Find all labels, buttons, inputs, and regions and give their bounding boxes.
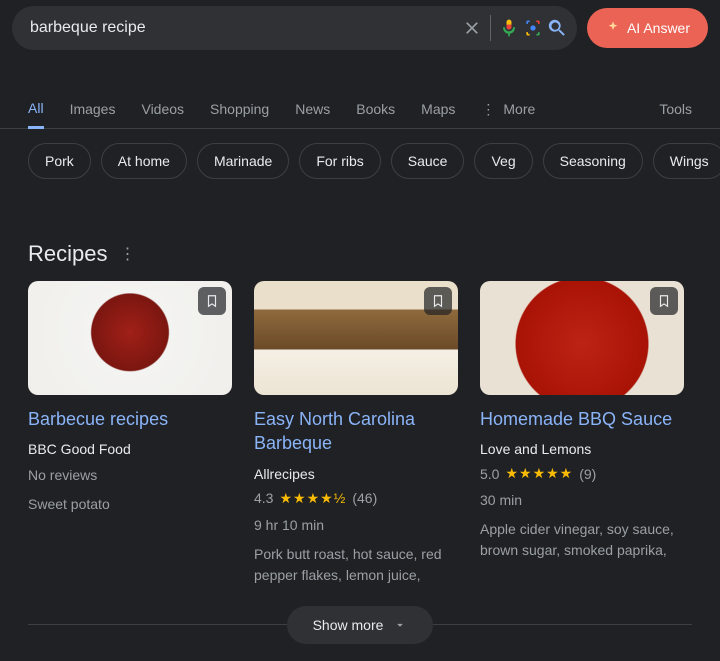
recipe-desc: Sweet potato <box>28 494 232 515</box>
clear-icon[interactable] <box>460 16 484 40</box>
rating-stars: ★★★★★ <box>505 465 573 482</box>
recipe-card: Barbecue recipes BBC Good Food No review… <box>28 281 232 586</box>
chip[interactable]: For ribs <box>299 143 380 179</box>
mic-icon[interactable] <box>497 16 521 40</box>
recipe-desc: Apple cider vinegar, soy sauce, brown su… <box>480 519 684 561</box>
tab-more[interactable]: ⋮ More <box>481 101 535 118</box>
recipe-rating: 4.3 ★★★★½ (46) <box>254 490 458 507</box>
tab-books[interactable]: Books <box>356 91 395 127</box>
recipe-title[interactable]: Barbecue recipes <box>28 407 232 431</box>
search-bar: AI Answer <box>0 0 720 56</box>
tab-shopping[interactable]: Shopping <box>210 91 269 127</box>
tools-button[interactable]: Tools <box>659 101 692 117</box>
tab-all[interactable]: All <box>28 90 44 129</box>
chevron-down-icon <box>393 618 407 632</box>
recipe-cards: Barbecue recipes BBC Good Food No review… <box>28 281 692 586</box>
recipe-title[interactable]: Easy North Carolina Barbeque <box>254 407 458 456</box>
recipe-title[interactable]: Homemade BBQ Sauce <box>480 407 684 431</box>
rating-count: (46) <box>352 490 377 506</box>
rating-value: 4.3 <box>254 490 273 506</box>
recipe-desc: Pork butt roast, hot sauce, red pepper f… <box>254 544 458 586</box>
chip[interactable]: Sauce <box>391 143 465 179</box>
bookmark-icon[interactable] <box>198 287 226 315</box>
search-pill <box>12 6 577 50</box>
recipe-source: BBC Good Food <box>28 441 232 457</box>
filter-chips: Pork At home Marinade For ribs Sauce Veg… <box>0 129 720 179</box>
tab-more-label: More <box>503 101 535 117</box>
recipe-source: Allrecipes <box>254 466 458 482</box>
section-header: Recipes ⋮ <box>28 241 692 267</box>
tab-maps[interactable]: Maps <box>421 91 455 127</box>
tab-videos[interactable]: Videos <box>141 91 184 127</box>
tab-news[interactable]: News <box>295 91 330 127</box>
sparkle-icon <box>605 20 621 36</box>
chip[interactable]: At home <box>101 143 187 179</box>
chip[interactable]: Veg <box>474 143 532 179</box>
recipe-source: Love and Lemons <box>480 441 684 457</box>
show-more-label: Show more <box>313 617 384 633</box>
recipe-time: 30 min <box>480 490 684 511</box>
section-menu-icon[interactable]: ⋮ <box>119 244 135 264</box>
ai-answer-label: AI Answer <box>627 20 690 36</box>
chip[interactable]: Marinade <box>197 143 289 179</box>
recipes-section: Recipes ⋮ Barbecue recipes BBC Good Food… <box>0 241 720 586</box>
recipe-reviews: No reviews <box>28 465 232 486</box>
ai-answer-button[interactable]: AI Answer <box>587 8 708 48</box>
bookmark-icon[interactable] <box>424 287 452 315</box>
tab-images[interactable]: Images <box>70 91 116 127</box>
recipe-thumbnail[interactable] <box>480 281 684 395</box>
bookmark-icon[interactable] <box>650 287 678 315</box>
more-dots-icon: ⋮ <box>481 101 495 118</box>
divider <box>490 15 491 41</box>
divider <box>433 624 692 625</box>
lens-icon[interactable] <box>521 16 545 40</box>
result-tabs: All Images Videos Shopping News Books Ma… <box>0 90 720 129</box>
recipe-rating: 5.0 ★★★★★ (9) <box>480 465 684 482</box>
chip[interactable]: Wings <box>653 143 720 179</box>
divider <box>28 624 287 625</box>
recipe-thumbnail[interactable] <box>28 281 232 395</box>
recipe-card: Homemade BBQ Sauce Love and Lemons 5.0 ★… <box>480 281 684 586</box>
rating-value: 5.0 <box>480 466 499 482</box>
show-more-row: Show more <box>0 606 720 644</box>
section-title: Recipes <box>28 241 107 267</box>
chip[interactable]: Pork <box>28 143 91 179</box>
recipe-thumbnail[interactable] <box>254 281 458 395</box>
rating-stars: ★★★★½ <box>279 490 346 507</box>
show-more-button[interactable]: Show more <box>287 606 434 644</box>
recipe-time: 9 hr 10 min <box>254 515 458 536</box>
rating-count: (9) <box>579 466 596 482</box>
search-icon[interactable] <box>545 16 569 40</box>
search-input[interactable] <box>30 19 460 37</box>
recipe-card: Easy North Carolina Barbeque Allrecipes … <box>254 281 458 586</box>
chip[interactable]: Seasoning <box>543 143 643 179</box>
